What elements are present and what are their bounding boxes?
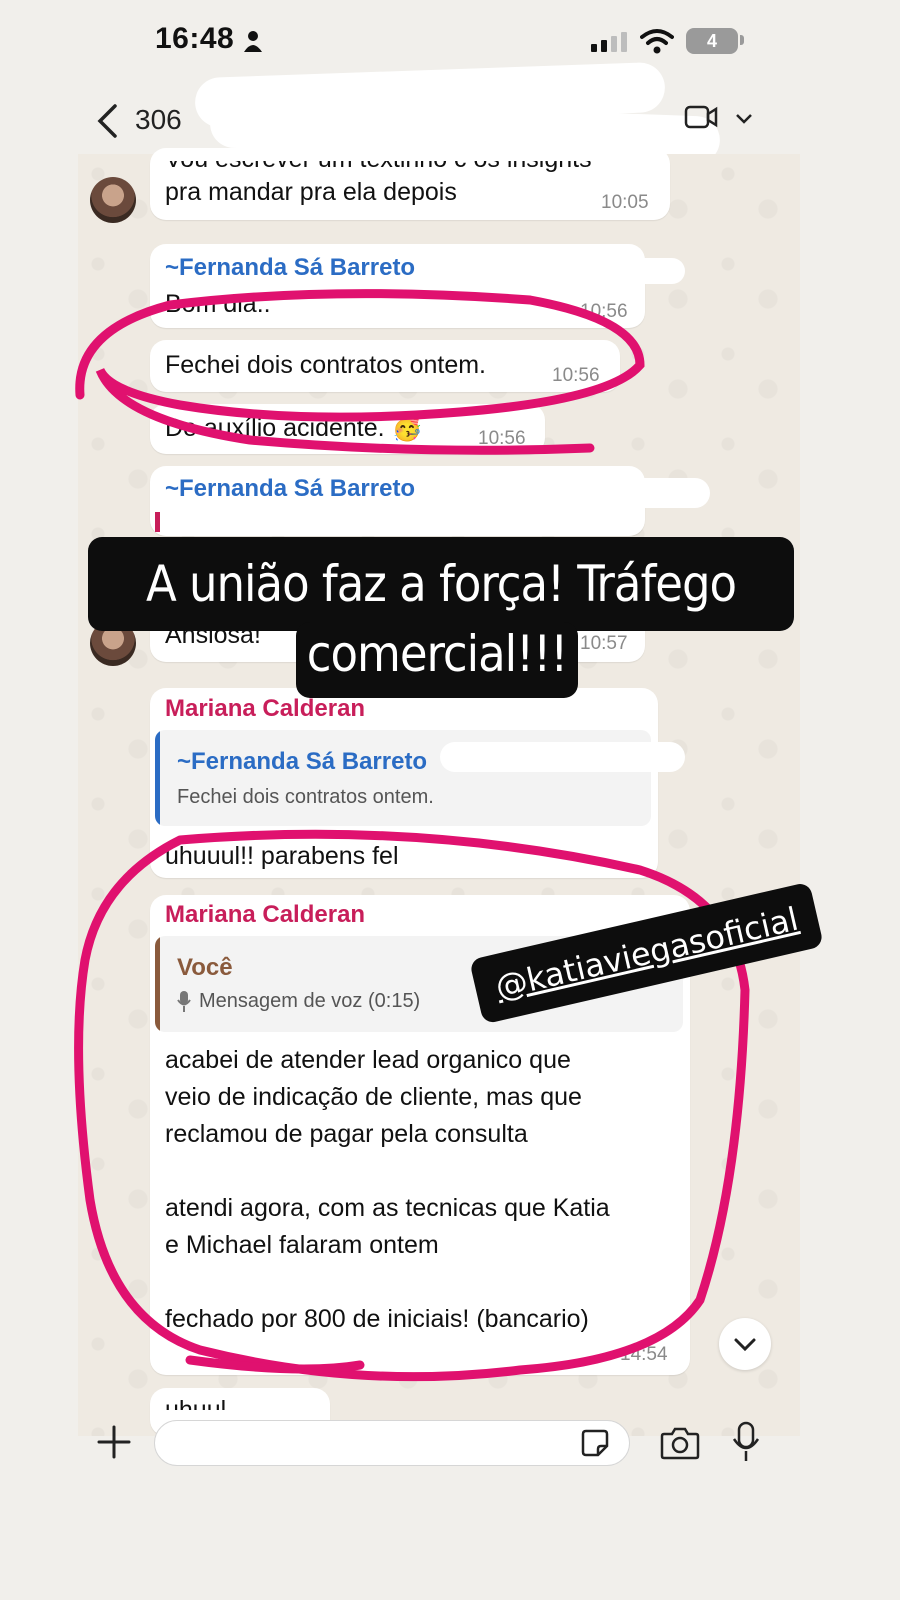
message-text: acabei de atender lead organico que veio…: [165, 1042, 610, 1338]
chevron-down-icon[interactable]: [735, 112, 753, 126]
avatar[interactable]: [90, 177, 136, 223]
message-text: Bom dia..: [165, 290, 271, 318]
message-line: atendi agora, com as tecnicas que Katia: [165, 1194, 610, 1222]
message-time: 10:56: [552, 365, 600, 386]
battery-tip: [740, 35, 744, 45]
message-line: acabei de atender lead organico que: [165, 1046, 571, 1074]
story-caption-line2: comercial!!!: [296, 622, 578, 698]
signal-icon: [591, 32, 627, 52]
quote-bar: [155, 730, 160, 826]
quote-text: Mensagem de voz (0:15): [199, 990, 421, 1012]
person-icon: [244, 31, 262, 52]
redaction-scribble: [440, 258, 685, 284]
microphone-icon: [177, 991, 191, 1012]
microphone-icon[interactable]: [732, 1421, 760, 1463]
scroll-down-button[interactable]: [719, 1318, 771, 1370]
message-time: 10:57: [580, 633, 628, 654]
back-count[interactable]: 306: [135, 104, 182, 136]
sender-name[interactable]: Mariana Calderan: [165, 901, 365, 929]
video-call-icon[interactable]: [684, 104, 718, 130]
redaction-scribble: [440, 742, 685, 772]
battery-icon: 4: [686, 28, 738, 54]
story-caption-line1: A união faz a força! Tráfego mais: [88, 537, 794, 707]
quote-text: Fechei dois contratos ontem.: [177, 786, 434, 808]
message-line: e Michael falaram ontem: [165, 1231, 439, 1259]
quote-sender: Você: [177, 954, 233, 981]
message-text: Fechei dois contratos ontem.: [165, 351, 486, 379]
message-time: 10:56: [478, 428, 526, 449]
wifi-icon: [640, 29, 674, 54]
quote-sender: ~Fernanda Sá Barreto: [177, 748, 428, 775]
quote-bar: [155, 936, 160, 1032]
plus-icon[interactable]: [96, 1424, 132, 1460]
message-text: De auxílio acidente. 🥳: [165, 414, 423, 442]
message-text: pra mandar pra ela depois: [165, 178, 457, 206]
message-input[interactable]: [154, 1420, 630, 1466]
message-line: veio de indicação de cliente, mas que: [165, 1083, 582, 1111]
back-chevron-icon[interactable]: [95, 104, 119, 138]
message-text: uhuuul!! parabens fel: [165, 842, 399, 870]
message-time: 10:05: [601, 192, 649, 213]
redaction-scribble: [440, 478, 710, 508]
message-line: reclamou de pagar pela consulta: [165, 1120, 528, 1148]
sticker-icon[interactable]: [580, 1428, 610, 1458]
quote-bar: [155, 512, 160, 532]
message-text: uhuul: [165, 1396, 227, 1410]
message-time: 10:56: [580, 301, 628, 322]
sender-name[interactable]: ~Fernanda Sá Barreto: [165, 254, 415, 282]
chevron-down-icon: [734, 1338, 756, 1352]
message-line: fechado por 800 de iniciais! (bancario): [165, 1305, 589, 1333]
status-time: 16:48: [155, 22, 235, 55]
sender-name[interactable]: ~Fernanda Sá Barreto: [165, 475, 415, 503]
message-time: 14:54: [620, 1344, 668, 1365]
sender-name[interactable]: Mariana Calderan: [165, 695, 365, 723]
camera-icon[interactable]: [660, 1425, 700, 1461]
